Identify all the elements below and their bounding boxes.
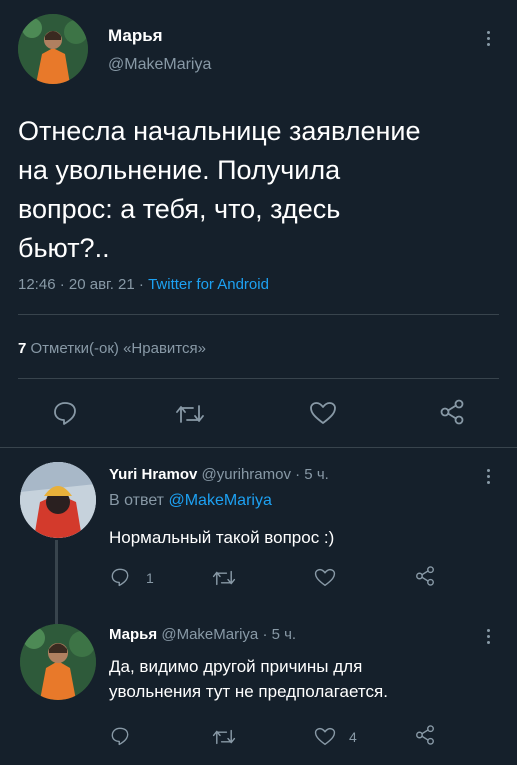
reply-header: Марья @MakeMariya · 5 ч. xyxy=(109,626,296,643)
reply-author-avatar[interactable] xyxy=(20,624,96,700)
reply-author-name[interactable]: Марья xyxy=(109,626,157,643)
tweet-text-line: на увольнение. Получила xyxy=(18,155,341,185)
likes-count: 7 xyxy=(18,340,27,357)
reply-text-line: увольнения тут не предполагается. xyxy=(109,682,388,701)
retweet-icon[interactable] xyxy=(212,727,236,747)
tweet-time: 12:46 xyxy=(18,276,56,293)
reply-text-line: Нормальный такой вопрос :) xyxy=(109,528,335,547)
share-icon[interactable] xyxy=(414,565,436,587)
like-count: 4 xyxy=(349,729,357,745)
like-icon[interactable] xyxy=(314,568,336,587)
reply-author-handle[interactable]: @yurihramov xyxy=(202,466,291,483)
reply-icon[interactable] xyxy=(110,567,130,587)
author-avatar[interactable] xyxy=(18,14,88,84)
replying-to-handle[interactable]: @MakeMariya xyxy=(168,492,271,509)
reply-time: · 5 ч. xyxy=(295,466,329,483)
tweet-text-line: Отнесла начальнице заявление xyxy=(18,116,421,146)
more-options-icon[interactable] xyxy=(486,28,490,49)
replying-to: В ответ @MakeMariya xyxy=(109,492,272,510)
reply-text-line: Да, видимо другой причины для xyxy=(109,657,363,676)
reply-text: Да, видимо другой причины для увольнения… xyxy=(109,654,388,704)
replying-to-label: В ответ xyxy=(109,492,165,509)
reply-count: 1 xyxy=(146,570,154,586)
tweet-text-line: вопрос: а тебя, что, здесь xyxy=(18,194,341,224)
divider xyxy=(18,314,499,315)
reply-author-handle[interactable]: @MakeMariya xyxy=(161,626,258,643)
author-name[interactable]: Марья xyxy=(108,26,163,46)
reply-text: Нормальный такой вопрос :) xyxy=(109,528,334,548)
reply-icon[interactable] xyxy=(110,726,130,746)
author-handle[interactable]: @MakeMariya xyxy=(108,56,211,74)
thread-connector xyxy=(55,540,58,628)
like-icon[interactable] xyxy=(309,401,337,425)
likes-summary[interactable]: 7 Отметки(-ок) «Нравится» xyxy=(18,340,206,357)
reply-header: Yuri Hramov @yurihramov · 5 ч. xyxy=(109,466,329,483)
tweet-client-link[interactable]: Twitter for Android xyxy=(148,276,269,293)
share-icon[interactable] xyxy=(414,724,436,746)
meta-separator: · xyxy=(59,276,65,293)
tweet-text-line: бьют?.. xyxy=(18,233,110,263)
retweet-icon[interactable] xyxy=(175,402,205,426)
reply-icon[interactable] xyxy=(52,400,78,426)
like-icon[interactable] xyxy=(314,727,336,746)
tweet-date: 20 авг. 21 xyxy=(68,276,135,293)
divider xyxy=(0,447,517,448)
retweet-icon[interactable] xyxy=(212,568,236,588)
share-icon[interactable] xyxy=(438,398,466,426)
likes-label: Отметки(-ок) «Нравится» xyxy=(30,340,206,357)
meta-separator: · xyxy=(138,276,144,293)
reply-time: · 5 ч. xyxy=(262,626,297,643)
reply-author-name[interactable]: Yuri Hramov xyxy=(109,466,197,483)
more-options-icon[interactable] xyxy=(486,466,490,487)
tweet-meta: 12:46 · 20 авг. 21 · Twitter for Android xyxy=(18,276,269,293)
reply-author-avatar[interactable] xyxy=(20,462,96,538)
more-options-icon[interactable] xyxy=(486,626,490,647)
tweet-text: Отнесла начальнице заявление на увольнен… xyxy=(18,112,508,268)
divider xyxy=(18,378,499,379)
